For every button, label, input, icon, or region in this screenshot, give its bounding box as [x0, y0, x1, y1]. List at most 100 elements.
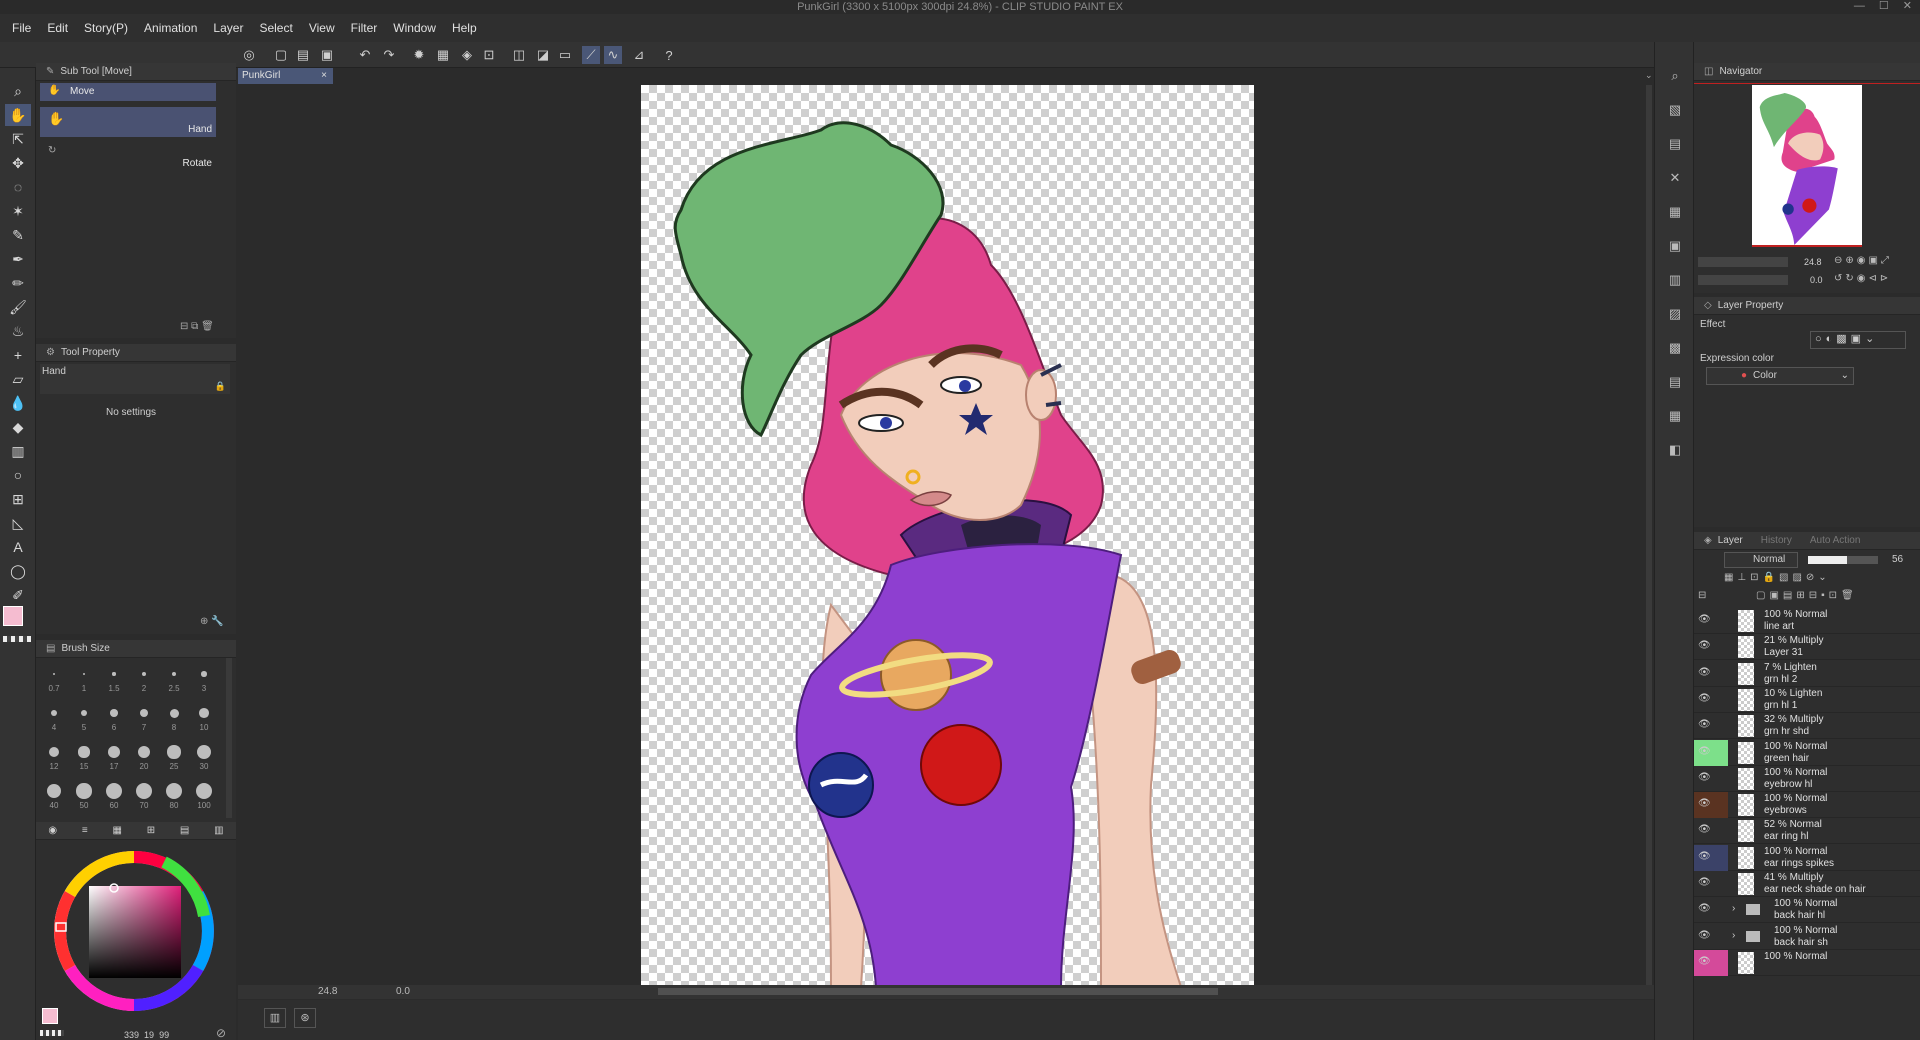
- correct-line-icon[interactable]: ✐: [5, 584, 31, 606]
- layer-row[interactable]: 👁 › 100 % Normal back hair sh: [1694, 923, 1920, 950]
- settings-icon[interactable]: ✹: [410, 46, 428, 64]
- brush-size-option[interactable]: 0.7: [40, 660, 68, 696]
- open-file-icon[interactable]: ▤: [294, 46, 312, 64]
- zoom-value[interactable]: 24.8: [318, 986, 337, 997]
- brush-size-option[interactable]: 2.5: [160, 660, 188, 696]
- panel-icon-2[interactable]: ▤: [1663, 132, 1687, 156]
- brush-size-option[interactable]: 100: [190, 777, 218, 813]
- canvas-menu-icon[interactable]: ⌄: [1645, 70, 1653, 81]
- zoom-tool-icon[interactable]: ⌕: [5, 80, 31, 102]
- pen-icon[interactable]: ✒: [5, 248, 31, 270]
- figure-icon[interactable]: ○: [5, 464, 31, 486]
- menu-filter[interactable]: Filter: [351, 21, 378, 35]
- visibility-eye-icon[interactable]: 👁: [1698, 614, 1711, 625]
- save-icon[interactable]: ▣: [318, 46, 336, 64]
- animation-icon[interactable]: ⊛: [294, 1008, 316, 1028]
- copy-icon[interactable]: ⧉: [191, 321, 198, 332]
- panel-icon-6[interactable]: ▥: [1663, 268, 1687, 292]
- angle-slider[interactable]: [1698, 275, 1788, 285]
- panel-icon-10[interactable]: ▦: [1663, 404, 1687, 428]
- brush-size-option[interactable]: 3: [190, 660, 218, 696]
- layer-row[interactable]: 👁 100 % Normal eyebrow hl: [1694, 765, 1920, 792]
- panel-icon-7[interactable]: ▨: [1663, 302, 1687, 326]
- visibility-eye-icon[interactable]: 👁: [1698, 667, 1711, 678]
- selection-icon-2[interactable]: ◪: [534, 46, 552, 64]
- zoom-controls[interactable]: ⊖⊕◉▣⤢: [1834, 255, 1892, 266]
- color-panel-main-swatch[interactable]: [42, 1008, 58, 1024]
- visibility-eye-icon[interactable]: 👁: [1698, 877, 1711, 888]
- text-tool-icon[interactable]: A: [5, 536, 31, 558]
- navigator-angle[interactable]: 0.0: [1810, 275, 1823, 285]
- ruler-icon[interactable]: ⊿: [630, 46, 648, 64]
- menu-file[interactable]: File: [12, 21, 31, 35]
- menu-select[interactable]: Select: [259, 21, 292, 35]
- search-icon[interactable]: ⌕: [1663, 64, 1687, 88]
- sub-tool-hand[interactable]: ✋ Hand: [40, 107, 216, 137]
- brush-size-option[interactable]: 17: [100, 738, 128, 774]
- lock-icon[interactable]: 🔒: [215, 381, 226, 392]
- new-file-icon[interactable]: ▢: [272, 46, 290, 64]
- pencil-icon[interactable]: ✏: [5, 272, 31, 294]
- intermediate-color-tab-icon[interactable]: ⊞: [147, 825, 155, 836]
- undo-icon[interactable]: ↶: [356, 46, 374, 64]
- panel-icon-9[interactable]: ▤: [1663, 370, 1687, 394]
- layer-list-settings-icon[interactable]: ⊟: [1698, 590, 1706, 601]
- decoration-icon[interactable]: +: [5, 344, 31, 366]
- layer-row[interactable]: 👁 100 % Normal ear rings spikes: [1694, 844, 1920, 871]
- panel-icon-4[interactable]: ▦: [1663, 200, 1687, 224]
- brush-size-option[interactable]: 80: [160, 777, 188, 813]
- balloon-icon[interactable]: ◯: [5, 560, 31, 582]
- layer-row[interactable]: 👁 32 % Multiply grn hr shd: [1694, 713, 1920, 740]
- lasso-icon[interactable]: ◌: [5, 176, 31, 198]
- color-set-tab-icon[interactable]: ▦: [112, 825, 121, 836]
- color-history-tab-icon[interactable]: ▥: [214, 825, 223, 836]
- artwork-canvas[interactable]: [641, 85, 1254, 987]
- snap-icon[interactable]: ∿: [604, 46, 622, 64]
- frame-icon[interactable]: ⊞: [5, 488, 31, 510]
- fill-icon[interactable]: ◈: [458, 46, 476, 64]
- delete-icon[interactable]: 🗑: [201, 321, 214, 332]
- main-color-swatch[interactable]: [3, 606, 23, 626]
- menu-edit[interactable]: Edit: [47, 21, 68, 35]
- menu-help[interactable]: Help: [452, 21, 477, 35]
- folder-expand-icon[interactable]: ›: [1732, 930, 1735, 941]
- layer-row[interactable]: 👁 100 % Normal green hair: [1694, 739, 1920, 766]
- brush-size-option[interactable]: 1.5: [100, 660, 128, 696]
- color-slider-tab-icon[interactable]: ≡: [82, 825, 88, 836]
- visibility-eye-icon[interactable]: 👁: [1698, 798, 1711, 809]
- tab-auto-action[interactable]: Auto Action: [1810, 535, 1861, 546]
- folder-expand-icon[interactable]: ›: [1732, 903, 1735, 914]
- help-icon[interactable]: ?: [660, 46, 678, 64]
- visibility-eye-icon[interactable]: 👁: [1698, 640, 1711, 651]
- brush-size-option[interactable]: 30: [190, 738, 218, 774]
- layer-row[interactable]: 👁 › 100 % Normal back hair hl: [1694, 897, 1920, 924]
- duplicate-icon[interactable]: ⊟: [180, 321, 188, 332]
- menu-story[interactable]: Story(P): [84, 21, 128, 35]
- brush-size-scrollbar[interactable]: [226, 658, 232, 818]
- sub-tool-group-move[interactable]: ✋ Move: [40, 83, 216, 101]
- reset-icon[interactable]: ⊕: [200, 616, 208, 627]
- close-window-button[interactable]: ✕: [1903, 0, 1912, 14]
- menu-view[interactable]: View: [309, 21, 335, 35]
- layer-row[interactable]: 👁 10 % Lighten grn hl 1: [1694, 686, 1920, 713]
- visibility-eye-icon[interactable]: 👁: [1698, 956, 1711, 967]
- brush-size-option[interactable]: 50: [70, 777, 98, 813]
- redo-icon[interactable]: ↷: [380, 46, 398, 64]
- brush-size-option[interactable]: 60: [100, 777, 128, 813]
- brush-size-option[interactable]: 15: [70, 738, 98, 774]
- layer-row[interactable]: 👁 21 % Multiply Layer 31: [1694, 634, 1920, 661]
- brush-size-option[interactable]: 5: [70, 699, 98, 735]
- fill-tool-icon[interactable]: ◆: [5, 416, 31, 438]
- brush-size-option[interactable]: 1: [70, 660, 98, 696]
- close-tab-icon[interactable]: ×: [321, 68, 327, 84]
- timeline-icon[interactable]: ▥: [264, 1008, 286, 1028]
- clear-icon[interactable]: ▦: [434, 46, 452, 64]
- approximate-color-tab-icon[interactable]: ▤: [180, 825, 189, 836]
- panel-icon-5[interactable]: ▣: [1663, 234, 1687, 258]
- visibility-eye-icon[interactable]: 👁: [1698, 851, 1711, 862]
- selection-icon[interactable]: ◫: [510, 46, 528, 64]
- rotate-controls[interactable]: ↺↻◉⊲⊳: [1834, 273, 1891, 284]
- horizontal-scrollbar[interactable]: [658, 988, 1218, 995]
- magic-wand-icon[interactable]: ✶: [5, 200, 31, 222]
- tab-history[interactable]: History: [1761, 535, 1792, 546]
